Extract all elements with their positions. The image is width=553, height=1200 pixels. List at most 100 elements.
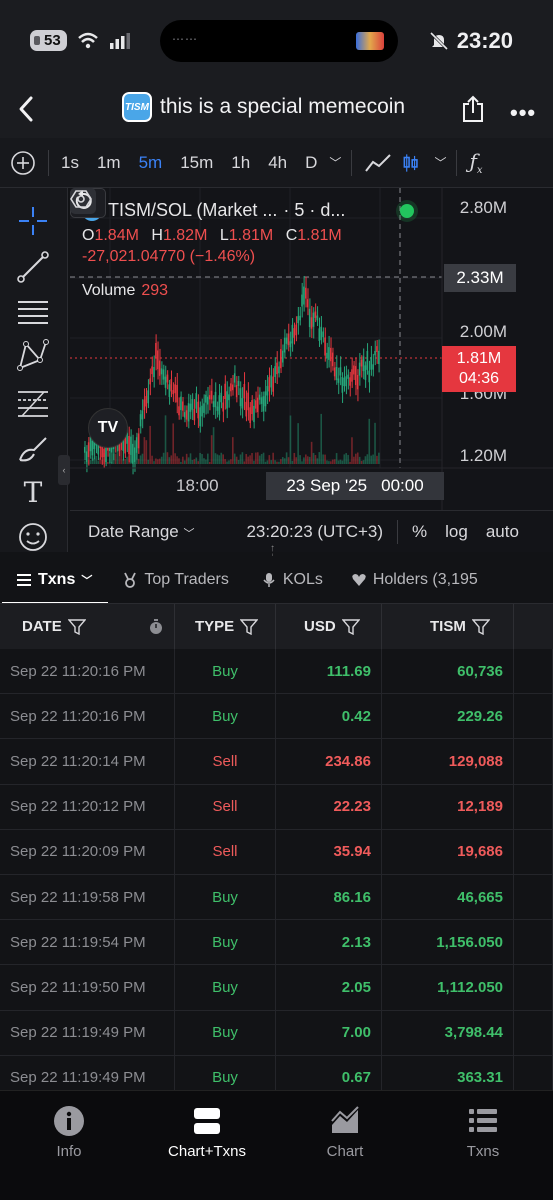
auto-scale-toggle[interactable]: auto xyxy=(486,522,519,542)
nav-txns[interactable]: Txns xyxy=(423,1105,543,1160)
collapse-tools-chevron-icon[interactable]: ‹ xyxy=(58,455,70,485)
toolbar-divider xyxy=(351,149,353,176)
volume-bar xyxy=(197,461,200,464)
nav-info[interactable]: Info xyxy=(9,1105,129,1160)
timeframe-1d[interactable]: D xyxy=(305,153,317,173)
column-tism[interactable]: TISM xyxy=(382,604,514,649)
candle-body xyxy=(172,390,175,395)
volume-bar xyxy=(135,452,138,464)
txn-tism: 363.31 xyxy=(382,1055,514,1090)
add-indicator-icon[interactable] xyxy=(10,150,36,176)
volume-bar xyxy=(268,455,271,464)
table-row[interactable]: Sep 22 11:19:50 PM Buy 2.05 1,112.050 xyxy=(0,965,553,1011)
horizontal-lines-icon[interactable] xyxy=(16,294,50,328)
filter-icon[interactable] xyxy=(341,618,360,635)
more-options-icon[interactable]: ••• xyxy=(510,100,536,126)
txn-date: Sep 22 11:20:14 PM xyxy=(0,739,175,784)
log-scale-toggle[interactable]: log xyxy=(445,522,468,542)
txn-extra xyxy=(514,1055,553,1090)
volume-bar xyxy=(108,453,111,464)
timeframe-1m[interactable]: 1m xyxy=(97,153,121,173)
nav-chart[interactable]: Chart xyxy=(285,1105,405,1160)
column-date-label: DATE xyxy=(22,618,62,635)
txn-date: Sep 22 11:20:09 PM xyxy=(0,829,175,874)
txn-extra xyxy=(514,965,553,1010)
candlestick-icon[interactable] xyxy=(402,151,424,175)
column-usd[interactable]: USD xyxy=(276,604,382,649)
txn-type: Sell xyxy=(175,784,276,829)
candle-body xyxy=(295,324,298,336)
nav-chart-txns[interactable]: Chart+Txns xyxy=(147,1105,267,1160)
volume-bar xyxy=(170,455,173,464)
volume-bar xyxy=(105,458,107,464)
timezone-label[interactable]: 23:20:23 (UTC+3) xyxy=(246,522,383,542)
table-row[interactable]: Sep 22 11:20:09 PM Sell 35.94 19,686 xyxy=(0,829,553,875)
column-date[interactable]: DATE xyxy=(0,604,175,649)
candle-body xyxy=(199,407,201,427)
timeframe-1h[interactable]: 1h xyxy=(231,153,250,173)
crosshair-icon[interactable] xyxy=(16,204,50,238)
date-range-dropdown[interactable]: Date Range ﹀ xyxy=(88,522,194,542)
candle-body xyxy=(366,351,369,370)
filter-icon[interactable] xyxy=(67,618,86,635)
volume-bar xyxy=(255,452,257,464)
percent-scale-toggle[interactable]: % xyxy=(412,522,427,542)
volume-bar xyxy=(303,457,305,464)
share-icon[interactable] xyxy=(460,94,486,124)
volume-bar xyxy=(160,456,163,464)
line-chart-icon[interactable] xyxy=(364,151,392,175)
tab-top-traders[interactable]: Top Traders xyxy=(122,556,229,603)
candle-body xyxy=(310,317,313,329)
candle-body xyxy=(368,370,371,383)
table-row[interactable]: Sep 22 11:20:16 PM Buy 0.42 229.26 xyxy=(0,694,553,740)
chart-legend: TISM TISM/SOL (Market ... · 5 · d... O1.… xyxy=(82,200,350,266)
trend-line-icon[interactable] xyxy=(16,250,50,284)
brush-icon[interactable] xyxy=(16,432,50,466)
table-row[interactable]: Sep 22 11:19:49 PM Buy 0.67 363.31 xyxy=(0,1055,553,1090)
table-row[interactable]: Sep 22 11:20:14 PM Sell 234.86 129,088 xyxy=(0,739,553,785)
candle-body xyxy=(139,414,142,427)
emoji-icon[interactable] xyxy=(16,520,50,554)
tab-txns[interactable]: Txns ﹀ xyxy=(1,556,109,603)
timeframe-4h[interactable]: 4h xyxy=(268,153,287,173)
text-tool-icon[interactable]: T xyxy=(16,476,50,510)
indicators-fx-icon[interactable]: ƒx xyxy=(469,149,482,176)
table-row[interactable]: Sep 22 11:20:16 PM Buy 111.69 60,736 xyxy=(0,649,553,695)
timer-icon[interactable] xyxy=(148,618,164,635)
timeframe-15m[interactable]: 15m xyxy=(180,153,213,173)
column-type[interactable]: TYPE xyxy=(175,604,276,649)
candle-body xyxy=(291,324,294,344)
filter-icon[interactable] xyxy=(471,618,490,635)
chart-type-dropdown-chevron-icon[interactable]: ﹀ xyxy=(434,154,446,171)
candle-body xyxy=(255,400,257,409)
candle-body xyxy=(147,390,150,404)
table-row[interactable]: Sep 22 11:20:12 PM Sell 22.23 12,189 xyxy=(0,784,553,830)
txn-usd: 0.42 xyxy=(276,694,382,739)
tab-holders[interactable]: Holders (3,195 xyxy=(351,556,478,603)
filter-icon[interactable] xyxy=(240,618,259,635)
volume-bar xyxy=(133,456,136,464)
timeframe-5m[interactable]: 5m xyxy=(139,153,163,173)
table-row[interactable]: Sep 22 11:19:54 PM Buy 2.13 1,156.050 xyxy=(0,920,553,966)
album-art-icon xyxy=(356,32,384,50)
pattern-tool-icon[interactable] xyxy=(16,338,50,372)
candle-body xyxy=(226,391,228,409)
table-row[interactable]: Sep 22 11:19:58 PM Buy 86.16 46,665 xyxy=(0,874,553,921)
candle-body xyxy=(247,392,249,411)
chart-settings-icon[interactable] xyxy=(70,188,92,210)
fib-retracement-icon[interactable] xyxy=(16,386,50,420)
txn-tism: 229.26 xyxy=(382,694,514,739)
timeframe-dropdown-chevron-icon[interactable]: ﹀ xyxy=(329,154,341,171)
back-arrow-icon[interactable] xyxy=(14,94,38,124)
candle-body xyxy=(178,406,180,416)
tab-kols[interactable]: KOLs xyxy=(261,556,323,603)
volume-bar xyxy=(208,461,211,464)
toolbar-divider xyxy=(456,149,458,176)
timeframe-1s[interactable]: 1s xyxy=(61,153,79,173)
price-chart[interactable]: TISM TISM/SOL (Market ... · 5 · d... O1.… xyxy=(70,188,553,552)
volume-bar xyxy=(232,437,234,464)
txn-extra xyxy=(514,649,553,694)
tradingview-logo[interactable]: TV xyxy=(88,408,128,448)
table-row[interactable]: Sep 22 11:19:49 PM Buy 7.00 3,798.44 xyxy=(0,1010,553,1056)
candle-body xyxy=(245,401,248,417)
